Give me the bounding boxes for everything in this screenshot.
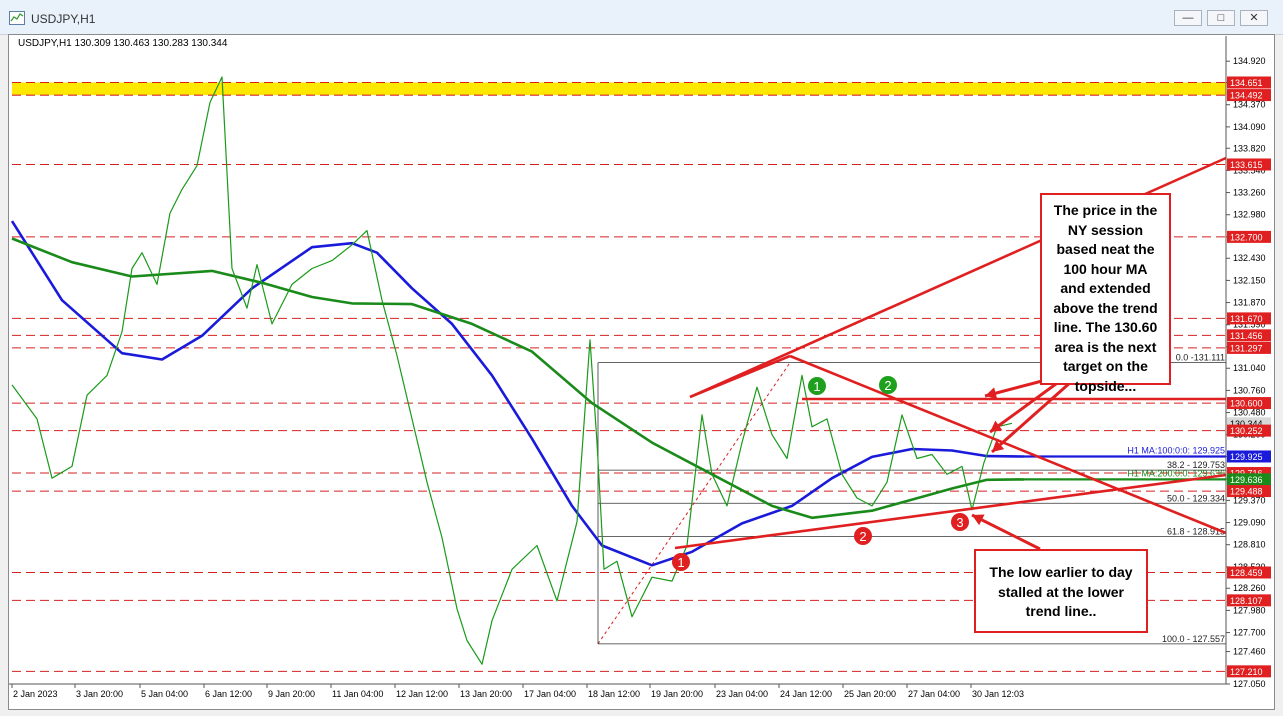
marker-label-lower-trend-1: 1 xyxy=(677,555,684,570)
x-tick-label-15: 30 Jan 12:03 xyxy=(972,689,1024,699)
x-tick-label-10: 19 Jan 20:00 xyxy=(651,689,703,699)
lower-trend-line xyxy=(674,473,1227,550)
callout-bottom-line: trend line.. xyxy=(1025,603,1097,619)
price-tag-7: 130.600 xyxy=(1230,399,1263,409)
x-tick-label-3: 6 Jan 12:00 xyxy=(205,689,252,699)
y-tick-label-22: 128.810 xyxy=(1233,540,1266,550)
callout-lower-trendline: The low earlier to day stalled at the low… xyxy=(974,549,1148,633)
y-tick-label-28: 127.050 xyxy=(1233,679,1266,689)
y-tick-label-11: 131.870 xyxy=(1233,298,1266,308)
x-tick-label-8: 17 Jan 04:00 xyxy=(524,689,576,699)
callout-top-line: NY session xyxy=(1067,221,1144,238)
y-tick-label-24: 128.260 xyxy=(1233,583,1266,593)
price-tag-12: 129.636 xyxy=(1230,475,1263,485)
price-tag-14: 128.459 xyxy=(1230,568,1263,578)
x-tick-label-7: 13 Jan 20:00 xyxy=(460,689,512,699)
y-tick-label-7: 132.980 xyxy=(1233,210,1266,220)
series-2 xyxy=(11,76,1013,665)
x-tick-label-5: 11 Jan 04:00 xyxy=(332,689,383,699)
marker-label-resistance-1: 1 xyxy=(813,379,820,394)
price-tag-13: 129.488 xyxy=(1230,487,1263,497)
x-tick-label-13: 25 Jan 20:00 xyxy=(844,689,896,699)
price-tag-9: 130.252 xyxy=(1230,426,1263,436)
marker-label-lower-trend-2: 2 xyxy=(859,529,866,544)
x-tick-label-2: 5 Jan 04:00 xyxy=(141,689,188,699)
y-tick-label-15: 130.760 xyxy=(1233,385,1266,395)
ma-label-0: H1 MA:100:0:0: 129.925 xyxy=(1127,445,1225,455)
y-tick-label-3: 134.090 xyxy=(1233,122,1266,132)
price-tag-3: 132.700 xyxy=(1230,232,1263,242)
callout-bottom-line: stalled at the lower xyxy=(997,583,1125,600)
series-1 xyxy=(11,237,1025,520)
price-tag-16: 127.210 xyxy=(1230,667,1263,677)
marker-label-resistance-2: 2 xyxy=(884,378,891,393)
callout-bottom-line: The low earlier to day xyxy=(989,564,1133,580)
x-tick-label-12: 24 Jan 12:00 xyxy=(780,689,832,699)
callout-ny-session: The price in the NY session based neat the… xyxy=(1040,193,1171,394)
price-tag-5: 131.456 xyxy=(1230,331,1263,341)
y-tick-label-27: 127.460 xyxy=(1233,647,1266,657)
price-tag-15: 128.107 xyxy=(1230,596,1263,606)
x-tick-label-1: 3 Jan 20:00 xyxy=(76,689,123,699)
x-tick-label-6: 12 Jan 12:00 xyxy=(396,689,448,699)
y-tick-label-0: 134.920 xyxy=(1233,56,1266,66)
callout-top-line: area is the next xyxy=(1054,338,1157,355)
y-tick-label-10: 132.150 xyxy=(1233,275,1266,285)
y-tick-label-4: 133.820 xyxy=(1233,143,1266,153)
fib-label-4: 100.0 - 127.557 xyxy=(1162,634,1225,644)
y-tick-label-26: 127.700 xyxy=(1233,628,1266,638)
callout-top-line: based neat the xyxy=(1056,241,1155,257)
callout-top-line: 100 hour MA xyxy=(1063,260,1148,277)
price-tag-2: 133.615 xyxy=(1230,160,1263,170)
y-tick-label-6: 133.260 xyxy=(1233,188,1266,198)
x-tick-label-9: 18 Jan 12:00 xyxy=(588,689,640,699)
resistance-band xyxy=(12,82,1226,96)
ohlc-readout: USDJPY,H1 130.309 130.463 130.283 130.34… xyxy=(18,38,228,49)
callout-top-line: target on the xyxy=(1063,358,1148,374)
fib-label-0: 0.0 -131.111 xyxy=(1176,353,1225,363)
price-tag-0: 134.651 xyxy=(1230,78,1263,88)
x-tick-label-4: 9 Jan 20:00 xyxy=(268,689,315,699)
x-tick-label-0: 2 Jan 2023 xyxy=(13,689,58,699)
y-tick-label-2: 134.370 xyxy=(1233,100,1266,110)
y-tick-label-9: 132.430 xyxy=(1233,253,1266,263)
callout-top-line: The price in the xyxy=(1053,202,1158,218)
x-tick-label-14: 27 Jan 04:00 xyxy=(908,689,960,699)
y-tick-label-21: 129.090 xyxy=(1233,518,1266,528)
callout-top-line: topside... xyxy=(1074,377,1137,394)
fib-label-2: 50.0 - 129.334 xyxy=(1167,493,1225,503)
arrow-to-lower-trendline xyxy=(971,513,1041,551)
price-tag-4: 131.670 xyxy=(1230,314,1263,324)
y-tick-label-14: 131.040 xyxy=(1233,363,1266,373)
marker-label-lower-trend-3: 3 xyxy=(956,515,963,530)
series-0 xyxy=(10,220,1025,567)
price-tag-10: 129.925 xyxy=(1230,452,1263,462)
callout-top-line: line. The 130.60 xyxy=(1053,319,1158,335)
price-tag-1: 134.492 xyxy=(1230,91,1263,101)
swing-up-line xyxy=(689,354,791,399)
callout-top-line: and extended xyxy=(1060,280,1151,296)
price-tag-6: 131.297 xyxy=(1230,343,1263,353)
x-tick-label-11: 23 Jan 04:00 xyxy=(716,689,768,699)
arrow-to-resistance-head xyxy=(985,387,998,400)
y-tick-label-25: 127.980 xyxy=(1233,605,1266,615)
callout-top-line: above the trend xyxy=(1053,299,1158,316)
